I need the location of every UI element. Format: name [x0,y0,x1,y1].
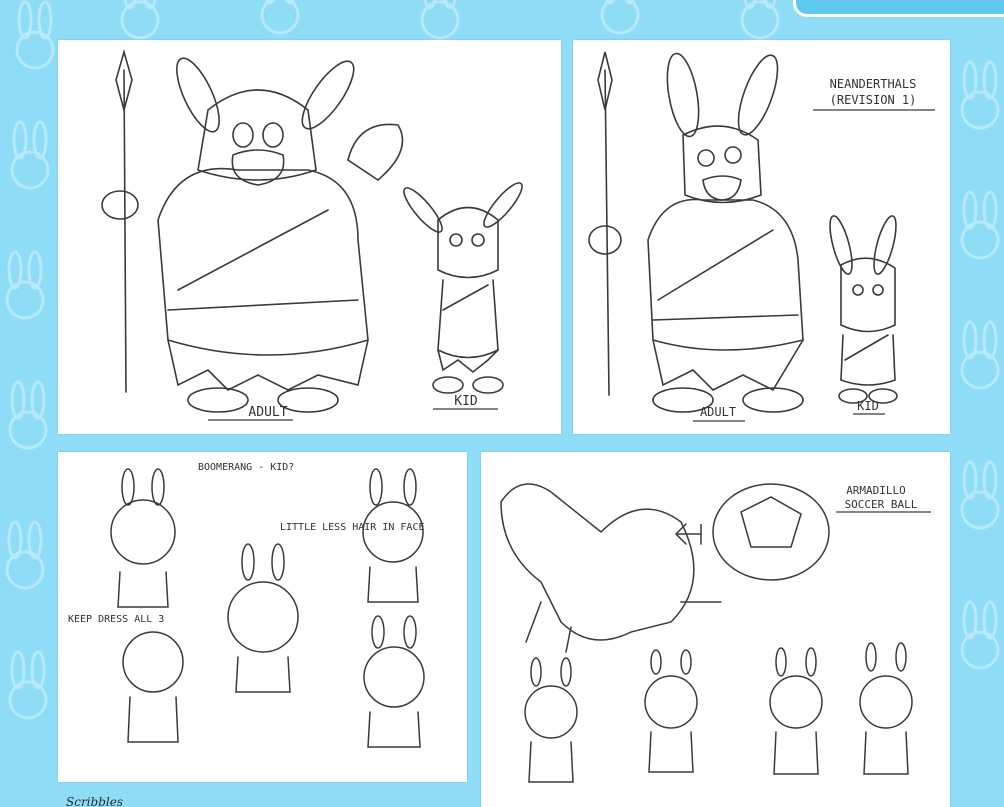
sketch-adult-kid[interactable]: ADULT KID [58,40,561,434]
sketch-2-drawing: NEANDERTHALS (REVISION 1) ADULT KID [588,51,935,422]
caption-text: Scribbles [66,795,123,807]
sketch-3-note-2: LITTLE LESS HAIR IN FACE [280,522,425,533]
sketch-4-drawing: ARMADILLO SOCCER BALL [500,483,931,783]
sketch-2-title-line1: NEANDERTHALS [830,77,917,91]
label-kid: KID [857,399,879,413]
label-kid: KID [454,394,478,409]
sketch-neanderthals-revision[interactable]: NEANDERTHALS (REVISION 1) ADULT KID [573,40,950,434]
sketch-kid-variations[interactable]: BOOMERANG - KID? LITTLE LESS HAIR IN FAC… [58,452,467,782]
sketch-3-note-1: BOOMERANG - KID? [198,462,294,473]
sketch-3-drawing: BOOMERANG - KID? LITTLE LESS HAIR IN FAC… [68,462,425,748]
sketch-4-title-line2: SOCCER BALL [845,498,918,511]
sketch-1-drawing: ADULT KID [101,49,523,421]
label-adult: ADULT [700,405,736,419]
sketch-4-title-line1: ARMADILLO [846,484,906,497]
label-adult: ADULT [248,405,287,420]
top-nav-tab[interactable] [793,0,1004,17]
sketch-2-title-line2: (REVISION 1) [830,93,917,107]
sketch-armadillo-soccer-ball[interactable]: ARMADILLO SOCCER BALL [481,452,950,807]
sketch-3-note-3: KEEP DRESS ALL 3 [68,614,164,625]
